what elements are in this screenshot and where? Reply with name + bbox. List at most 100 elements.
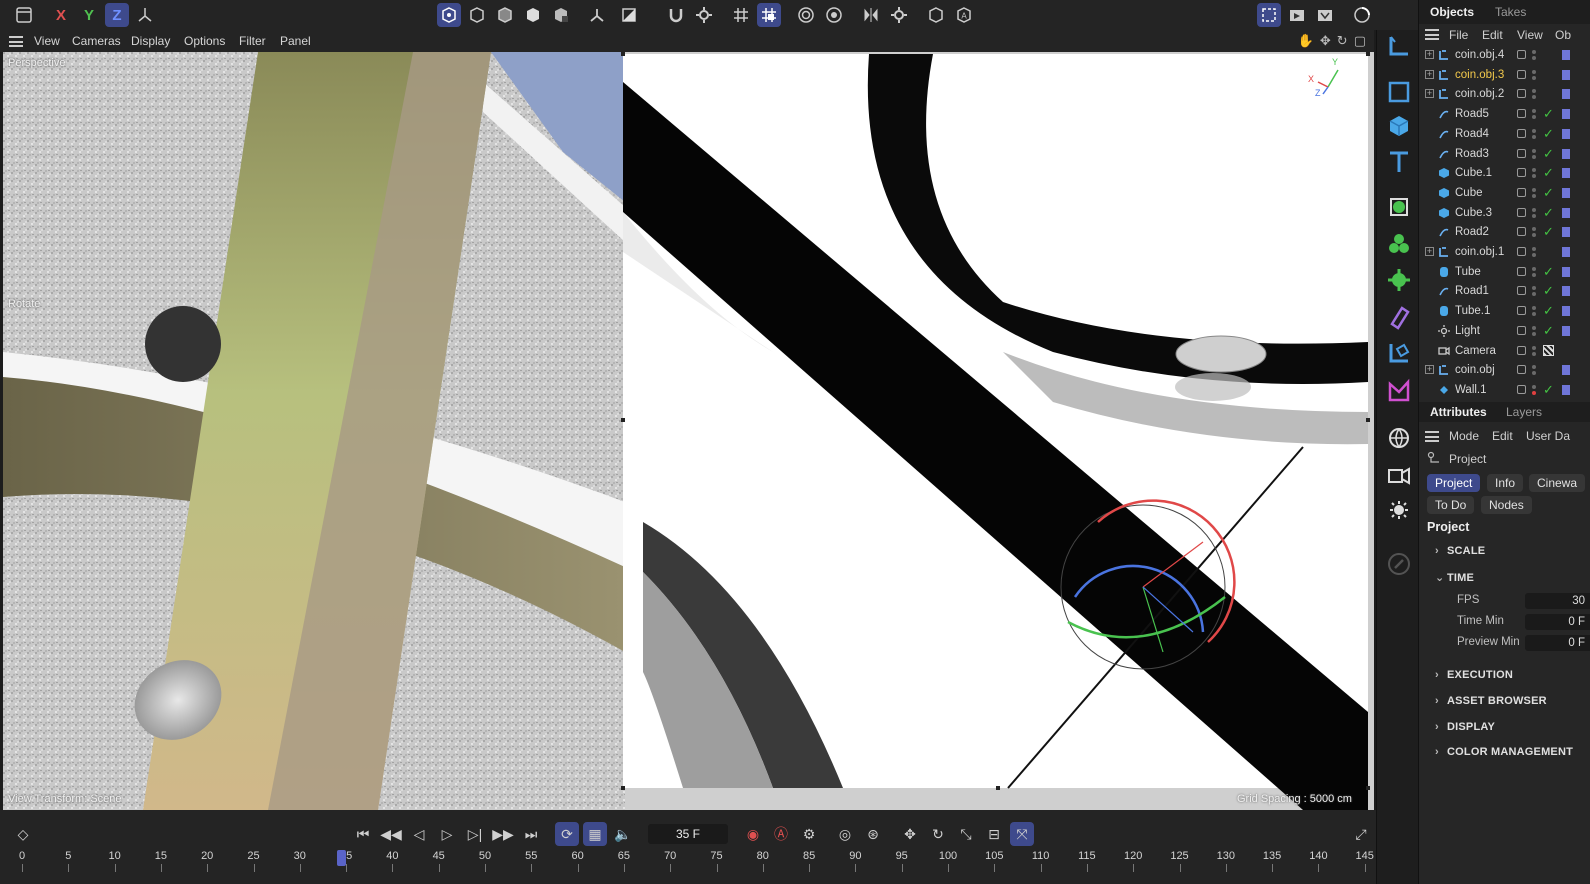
menu-display[interactable]: Display bbox=[131, 34, 170, 48]
section-display[interactable]: › DISPLAY bbox=[1435, 721, 1495, 733]
menu-panel[interactable]: Panel bbox=[280, 34, 311, 48]
tab-layers[interactable]: Layers bbox=[1506, 405, 1542, 419]
tag-icon[interactable] bbox=[1562, 207, 1570, 218]
3d-viewport[interactable]: Perspective Rotate View Transform: Scene… bbox=[3, 52, 1374, 810]
menu-filter[interactable]: Filter bbox=[239, 34, 266, 48]
generator-icon[interactable] bbox=[1385, 193, 1413, 221]
tag-icon[interactable] bbox=[1562, 227, 1570, 238]
parameter-key-icon[interactable]: ⊟ bbox=[982, 822, 1006, 846]
enabled-check-icon[interactable]: ✓ bbox=[1543, 185, 1554, 201]
grid-snap-icon[interactable] bbox=[729, 3, 753, 27]
enabled-check-icon[interactable]: ✓ bbox=[1543, 165, 1554, 181]
layer-icon[interactable] bbox=[1517, 148, 1526, 158]
go-to-end-icon[interactable]: ⏭ bbox=[519, 822, 543, 846]
layer-icon[interactable] bbox=[1517, 168, 1526, 178]
visibility-dots-icon[interactable] bbox=[1532, 69, 1536, 83]
object-row[interactable]: + coin.obj bbox=[1419, 361, 1590, 381]
objects-menu-file[interactable]: File bbox=[1449, 28, 1468, 42]
visibility-dots-icon[interactable] bbox=[1532, 207, 1536, 221]
move-view-icon[interactable]: ✥ bbox=[1320, 33, 1331, 49]
visibility-dots-icon[interactable] bbox=[1532, 167, 1536, 181]
scale-key-icon[interactable]: ⤡ bbox=[954, 822, 978, 846]
expand-icon[interactable]: + bbox=[1425, 69, 1434, 79]
workplane-snap-icon[interactable] bbox=[757, 3, 781, 27]
timeline-expand-icon[interactable]: ⤢ bbox=[1349, 822, 1373, 846]
visibility-dots-icon[interactable] bbox=[1532, 187, 1536, 201]
object-row[interactable]: + coin.obj.4 bbox=[1419, 46, 1590, 66]
layer-icon[interactable] bbox=[1517, 227, 1526, 237]
next-frame-icon[interactable]: ▷| bbox=[463, 822, 487, 846]
visibility-dots-icon[interactable] bbox=[1532, 325, 1536, 339]
soft-selection-icon[interactable] bbox=[794, 3, 818, 27]
enabled-check-icon[interactable]: ✓ bbox=[1543, 126, 1554, 142]
visibility-dots-icon[interactable] bbox=[1532, 226, 1536, 240]
time-min-field[interactable]: 0 F bbox=[1525, 614, 1590, 630]
tag-icon[interactable] bbox=[1562, 109, 1570, 120]
layer-icon[interactable] bbox=[1517, 207, 1526, 217]
auto-mode-icon[interactable]: A bbox=[952, 3, 976, 27]
soft-selection-settings-icon[interactable] bbox=[822, 3, 846, 27]
layer-icon[interactable] bbox=[1517, 345, 1526, 355]
object-row[interactable]: Cube ✓ bbox=[1419, 184, 1590, 204]
deformer-icon[interactable] bbox=[1385, 266, 1413, 294]
edit-tool-icon[interactable] bbox=[1385, 550, 1413, 578]
menu-options[interactable]: Options bbox=[184, 34, 225, 48]
uv-mode-icon[interactable] bbox=[549, 3, 573, 27]
attributes-menu-user-data[interactable]: User Da bbox=[1526, 429, 1570, 443]
field-icon[interactable] bbox=[1385, 303, 1413, 331]
nodes-tab-button[interactable]: Nodes bbox=[1481, 496, 1532, 514]
enabled-check-icon[interactable]: ✓ bbox=[1543, 106, 1554, 122]
enabled-check-icon[interactable]: ✓ bbox=[1543, 264, 1554, 280]
render-to-picture-viewer-icon[interactable] bbox=[1313, 3, 1337, 27]
camera-tool-icon[interactable] bbox=[1385, 461, 1413, 489]
tab-objects[interactable]: Objects bbox=[1430, 5, 1474, 19]
camera-tag-icon[interactable] bbox=[1543, 344, 1554, 356]
enabled-check-icon[interactable]: ✓ bbox=[1543, 323, 1554, 339]
snap-settings-icon[interactable] bbox=[692, 3, 716, 27]
tag-icon[interactable] bbox=[1562, 325, 1570, 336]
expand-icon[interactable]: + bbox=[1425, 365, 1434, 375]
snap-magnet-icon[interactable] bbox=[664, 3, 688, 27]
attributes-menu-mode[interactable]: Mode bbox=[1449, 429, 1479, 443]
objects-menu-object[interactable]: Ob bbox=[1555, 28, 1571, 42]
cloner-icon[interactable] bbox=[1385, 230, 1413, 258]
object-row[interactable]: + coin.obj.3 bbox=[1419, 66, 1590, 86]
tag-icon[interactable] bbox=[1562, 266, 1570, 277]
expand-icon[interactable]: + bbox=[1425, 89, 1434, 99]
object-row[interactable]: + coin.obj.1 bbox=[1419, 243, 1590, 263]
playhead[interactable] bbox=[337, 850, 347, 866]
layer-icon[interactable] bbox=[1517, 266, 1526, 276]
previous-key-icon[interactable]: ◀◀ bbox=[379, 822, 403, 846]
maximize-view-icon[interactable]: ▢ bbox=[1354, 33, 1366, 49]
preview-min-field[interactable]: 0 F bbox=[1525, 635, 1590, 651]
object-row[interactable]: Road5 ✓ bbox=[1419, 105, 1590, 125]
visibility-dots-icon[interactable] bbox=[1532, 148, 1536, 162]
layer-icon[interactable] bbox=[1517, 69, 1526, 79]
object-row[interactable]: Cube.3 ✓ bbox=[1419, 204, 1590, 224]
layer-icon[interactable] bbox=[1517, 384, 1526, 394]
object-row[interactable]: Camera bbox=[1419, 342, 1590, 362]
object-row[interactable]: Tube.1 ✓ bbox=[1419, 302, 1590, 322]
enabled-check-icon[interactable]: ✓ bbox=[1543, 303, 1554, 319]
section-scale[interactable]: › SCALE bbox=[1435, 545, 1485, 557]
visibility-dots-icon[interactable] bbox=[1532, 285, 1536, 299]
objects-menu-hamburger-icon[interactable] bbox=[1425, 29, 1439, 40]
pan-hand-icon[interactable]: ✋ bbox=[1298, 33, 1314, 49]
object-row[interactable]: Road1 ✓ bbox=[1419, 282, 1590, 302]
axis-lock-icon[interactable] bbox=[924, 3, 948, 27]
enabled-check-icon[interactable]: ✓ bbox=[1543, 382, 1554, 398]
visibility-dots-icon[interactable] bbox=[1532, 345, 1536, 359]
symmetry-icon[interactable] bbox=[859, 3, 883, 27]
move-tool-icon[interactable] bbox=[1385, 32, 1413, 60]
text-spline-icon[interactable] bbox=[1385, 148, 1413, 176]
layout-switch-icon[interactable] bbox=[1350, 3, 1374, 27]
previous-frame-icon[interactable]: ◁ bbox=[407, 822, 431, 846]
timeline-ruler[interactable]: 0 5 10 15 20 25 30 35 40 45 50 55 60 65 70 75 80 85 90 95 10… bbox=[0, 850, 1376, 884]
enabled-check-icon[interactable]: ✓ bbox=[1543, 283, 1554, 299]
render-view-icon[interactable] bbox=[1285, 3, 1309, 27]
viewport-menu-hamburger-icon[interactable] bbox=[9, 36, 23, 47]
visibility-dots-icon[interactable] bbox=[1532, 384, 1536, 398]
symmetry-settings-icon[interactable] bbox=[887, 3, 911, 27]
section-time[interactable]: ⌄ TIME bbox=[1435, 571, 1474, 584]
play-icon[interactable]: ▷ bbox=[435, 822, 459, 846]
